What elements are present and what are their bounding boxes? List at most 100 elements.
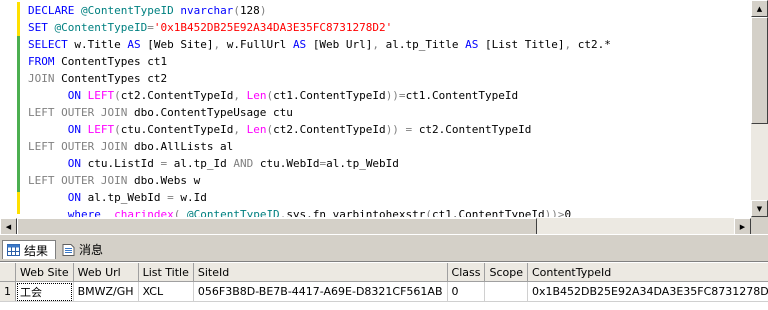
table-cell[interactable]: 工会 <box>16 282 74 302</box>
code-token: ( <box>114 89 121 102</box>
code-line[interactable]: LEFT OUTER JOIN dbo.Webs w <box>28 172 750 189</box>
tab-messages-label: 消息 <box>79 241 103 258</box>
code-token: AS <box>127 38 147 51</box>
code-token: charindex <box>114 208 174 217</box>
code-token: where <box>68 208 114 217</box>
code-token: ct1.ContentTypeId <box>273 89 386 102</box>
horizontal-scrollbar[interactable]: ◀ ▶ <box>0 217 751 235</box>
code-token: AND <box>233 157 260 170</box>
code-token: sys.fn_varbintohexstr <box>286 208 425 217</box>
code-token: dbo.AllLists al <box>134 140 233 153</box>
code-token: Len <box>247 89 267 102</box>
column-header[interactable]: Class <box>447 263 485 282</box>
code-token: ct2.ContentTypeId <box>273 123 386 136</box>
code-token: ON <box>68 89 88 102</box>
row-number[interactable]: 1 <box>0 282 16 302</box>
column-header[interactable]: List Title <box>138 263 193 282</box>
code-line[interactable]: LEFT OUTER JOIN dbo.AllLists al <box>28 138 750 155</box>
code-token: w.Id <box>180 191 207 204</box>
unsaved-change-marker <box>17 2 20 36</box>
code-token: LEFT <box>88 123 115 136</box>
code-line[interactable]: ON LEFT(ctu.ContentTypeId, Len(ct2.Conte… <box>28 121 750 138</box>
code-token: = <box>147 21 154 34</box>
code-token: ct2.ContentTypeId <box>121 89 234 102</box>
code-line[interactable]: ON al.tp_WebId = w.Id <box>28 189 750 206</box>
message-icon <box>62 244 75 256</box>
column-header[interactable]: Web Site <box>16 263 74 282</box>
table-cell[interactable]: 056F3B8D-BE7B-4417-A69E-D8321CF561AB <box>193 282 447 302</box>
results-table: Web Site Web Url List Title SiteId Class Scop… <box>0 263 768 302</box>
code-token: FROM <box>28 55 61 68</box>
code-token: [List Title] <box>485 38 564 51</box>
table-header-row: Web Site Web Url List Title SiteId Class Scop… <box>0 263 768 282</box>
code-line[interactable]: LEFT OUTER JOIN dbo.ContentTypeUsage ctu <box>28 104 750 121</box>
code-token: ( <box>174 208 187 217</box>
tab-messages[interactable]: 消息 <box>58 240 112 259</box>
code-token: ContentTypes ct2 <box>61 72 167 85</box>
code-line[interactable]: SET @ContentTypeID='0x1B452DB25E92A34DA3… <box>28 19 750 36</box>
tab-results-label: 结果 <box>24 242 48 259</box>
code-token: '0x1B452DB25E92A34DA3E35FC8731278D2' <box>154 21 392 34</box>
code-line[interactable]: JOIN ContentTypes ct2 <box>28 70 750 87</box>
code-token: ( <box>233 4 240 17</box>
scroll-right-button[interactable]: ▶ <box>734 218 751 235</box>
table-cell[interactable]: 0x1B452DB25E92A34DA3E35FC8731278D2 <box>527 282 768 302</box>
table-cell[interactable]: BMWZ/GH <box>73 282 138 302</box>
code-token <box>28 208 68 217</box>
code-token: AS <box>293 38 313 51</box>
column-header[interactable]: SiteId <box>193 263 447 282</box>
results-grid[interactable]: Web Site Web Url List Title SiteId Class Scop… <box>0 261 768 310</box>
code-token: ( <box>114 123 121 136</box>
code-token: )) = <box>386 123 419 136</box>
scroll-down-button[interactable]: ▼ <box>751 200 768 217</box>
table-cell[interactable]: 0 <box>447 282 485 302</box>
unsaved-change-marker <box>17 192 20 214</box>
code-token: w.Title <box>74 38 127 51</box>
table-row[interactable]: 1 工会 BMWZ/GH XCL 056F3B8D-BE7B-4417-A69E-D83… <box>0 282 768 302</box>
code-token: ON <box>68 123 88 136</box>
column-header[interactable]: Scope <box>485 263 528 282</box>
code-token: 128 <box>240 4 260 17</box>
code-token: al.tp_Id <box>174 157 234 170</box>
scroll-up-button[interactable]: ▲ <box>751 0 768 17</box>
code-token: [Web Site] <box>147 38 213 51</box>
sql-code[interactable]: DECLARE @ContentTypeID nvarchar(128) SET … <box>28 2 750 217</box>
vertical-scrollbar[interactable]: ▲ ▼ <box>750 0 768 217</box>
code-token: dbo.Webs w <box>134 174 200 187</box>
code-token: , <box>213 38 226 51</box>
code-line[interactable]: FROM ContentTypes ct1 <box>28 53 750 70</box>
row-number-header[interactable] <box>0 263 16 282</box>
table-cell[interactable] <box>485 282 528 302</box>
vertical-scroll-thumb[interactable] <box>751 17 768 124</box>
scroll-left-button[interactable]: ◀ <box>0 218 17 235</box>
code-line[interactable]: ON ctu.ListId = al.tp_Id AND ctu.WebId=a… <box>28 155 750 172</box>
code-token: LEFT OUTER JOIN <box>28 174 134 187</box>
horizontal-scroll-thumb[interactable] <box>17 218 537 235</box>
code-token: DECLARE <box>28 4 81 17</box>
scrollbar-corner <box>751 217 768 234</box>
code-token: = <box>167 191 180 204</box>
query-editor[interactable]: DECLARE @ContentTypeID nvarchar(128) SET … <box>0 0 768 235</box>
column-header[interactable]: ContentTypeId <box>527 263 768 282</box>
code-token: ctu.ContentTypeId <box>121 123 234 136</box>
code-token: Len <box>247 123 267 136</box>
code-token: al.tp_WebId <box>326 157 399 170</box>
tab-results[interactable]: 结果 <box>2 240 56 259</box>
code-line[interactable]: where charindex( @ContentTypeID.sys.fn_v… <box>28 206 750 217</box>
code-line[interactable]: ON LEFT(ct2.ContentTypeId, Len(ct1.Conte… <box>28 87 750 104</box>
code-token: , <box>372 38 385 51</box>
code-token: SELECT <box>28 38 74 51</box>
code-token: AS <box>465 38 485 51</box>
code-token: LEFT <box>88 89 115 102</box>
code-line[interactable]: DECLARE @ContentTypeID nvarchar(128) <box>28 2 750 19</box>
column-header[interactable]: Web Url <box>73 263 138 282</box>
code-token <box>28 157 68 170</box>
code-line[interactable]: SELECT w.Title AS [Web Site], w.FullUrl … <box>28 36 750 53</box>
code-token: ON <box>68 191 88 204</box>
code-token: [Web Url] <box>313 38 373 51</box>
code-token: w.FullUrl <box>227 38 293 51</box>
table-cell[interactable]: XCL <box>138 282 193 302</box>
code-token: dbo.ContentTypeUsage ctu <box>134 106 293 119</box>
code-token <box>28 191 68 204</box>
editor-gutter <box>0 0 24 217</box>
